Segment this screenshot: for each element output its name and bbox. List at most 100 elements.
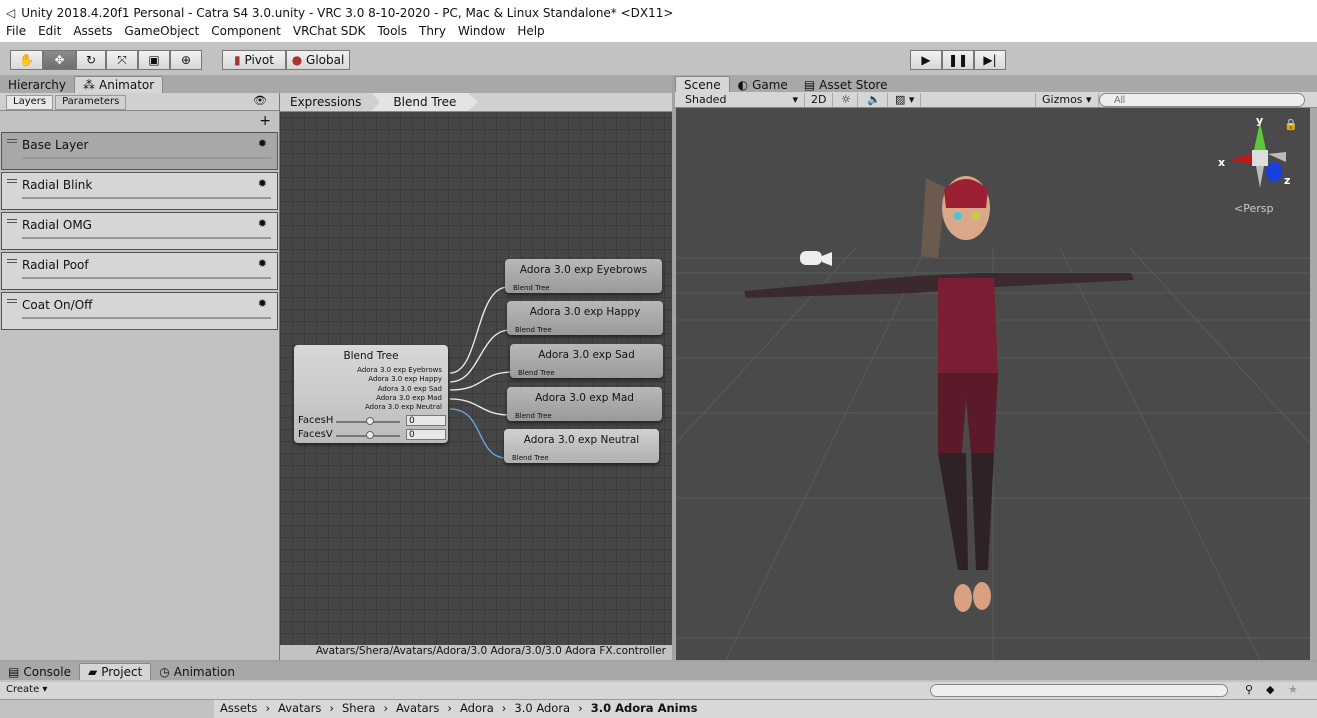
- output-port[interactable]: Adora 3.0 exp Happy: [294, 375, 448, 384]
- layer-name: Radial OMG: [22, 218, 92, 232]
- crumb-current[interactable]: 3.0 Adora Anims: [591, 701, 698, 717]
- menu-window[interactable]: Window: [458, 22, 511, 42]
- blend-tree-node[interactable]: Blend Tree Adora 3.0 exp Eyebrows Adora …: [294, 345, 448, 443]
- drag-handle-icon[interactable]: [7, 219, 17, 223]
- scale-tool-button[interactable]: ⤧: [106, 50, 138, 70]
- layer-radial-blink[interactable]: Radial Blink ✹: [1, 172, 278, 210]
- crumb[interactable]: Avatars: [278, 701, 321, 717]
- output-port[interactable]: Adora 3.0 exp Eyebrows: [294, 366, 448, 375]
- node-neutral[interactable]: Adora 3.0 exp Neutral Blend Tree: [504, 429, 659, 463]
- effects-dropdown-icon[interactable]: ▨ ▾: [889, 93, 922, 107]
- node-sad[interactable]: Adora 3.0 exp Sad Blend Tree: [510, 344, 663, 378]
- clock-icon: ◷: [159, 664, 170, 679]
- add-layer-button[interactable]: +: [259, 113, 271, 129]
- gear-icon[interactable]: ✹: [258, 177, 267, 190]
- gear-icon[interactable]: ✹: [258, 217, 267, 230]
- param-value-field[interactable]: 0: [406, 415, 446, 426]
- pause-button[interactable]: ❚❚: [942, 50, 974, 70]
- scene-search-input[interactable]: [1099, 93, 1305, 107]
- gear-icon[interactable]: ✹: [258, 297, 267, 310]
- menu-help[interactable]: Help: [517, 22, 550, 42]
- tab-console[interactable]: ▤ Console: [0, 663, 79, 680]
- faces-v-slider[interactable]: FacesV 0: [298, 429, 446, 441]
- tab-hierarchy[interactable]: Hierarchy: [0, 76, 74, 93]
- transform-tool-button[interactable]: ⊕: [170, 50, 202, 70]
- drag-handle-icon[interactable]: [7, 299, 17, 303]
- move-tool-button[interactable]: ✥: [43, 50, 76, 70]
- output-port[interactable]: Adora 3.0 exp Sad: [294, 385, 448, 394]
- faces-h-slider[interactable]: FacesH 0: [298, 415, 446, 427]
- tab-asset-store[interactable]: ▤ Asset Store: [796, 76, 896, 93]
- 2d-toggle[interactable]: 2D: [805, 93, 834, 107]
- crumb[interactable]: 3.0 Adora: [514, 701, 570, 717]
- scene-viewport[interactable]: y x z <Persp 🔒: [676, 108, 1310, 660]
- lock-icon[interactable]: 🔒: [1284, 118, 1298, 131]
- gear-icon[interactable]: ✹: [258, 137, 267, 150]
- output-port[interactable]: Adora 3.0 exp Mad: [294, 394, 448, 403]
- layer-coat[interactable]: Coat On/Off ✹: [1, 292, 278, 330]
- param-value-field[interactable]: 0: [406, 429, 446, 440]
- tab-scene[interactable]: Scene: [675, 76, 730, 93]
- crumb[interactable]: Adora: [460, 701, 494, 717]
- layer-radial-omg[interactable]: Radial OMG ✹: [1, 212, 278, 250]
- gizmos-dropdown[interactable]: Gizmos ▾: [1035, 93, 1099, 107]
- pivot-button[interactable]: ▮ Pivot: [222, 50, 286, 70]
- node-input[interactable]: Blend Tree: [513, 284, 550, 292]
- crumb[interactable]: Assets: [220, 701, 257, 717]
- tab-animator[interactable]: ⁂ Animator: [74, 76, 164, 93]
- hand-tool-button[interactable]: ✋: [10, 50, 43, 70]
- play-button[interactable]: ▶: [910, 50, 942, 70]
- rotate-tool-button[interactable]: ↻: [76, 50, 106, 70]
- gear-icon[interactable]: ✹: [258, 257, 267, 270]
- menu-vrchat-sdk[interactable]: VRChat SDK: [293, 22, 372, 42]
- drag-handle-icon[interactable]: [7, 139, 17, 143]
- project-toolbar: Create ▾ ⚲ ◆ ★: [0, 682, 1317, 700]
- step-button[interactable]: ▶|: [974, 50, 1006, 70]
- favorite-star-icon[interactable]: ★: [1288, 683, 1298, 696]
- slider-thumb[interactable]: [366, 417, 374, 425]
- orientation-gizmo[interactable]: y x z <Persp: [1216, 114, 1306, 218]
- slider-thumb[interactable]: [366, 431, 374, 439]
- node-eyebrows[interactable]: Adora 3.0 exp Eyebrows Blend Tree: [505, 259, 662, 293]
- menu-edit[interactable]: Edit: [38, 22, 67, 42]
- tab-animation[interactable]: ◷ Animation: [151, 663, 243, 680]
- filter-type-icon[interactable]: ⚲: [1245, 683, 1253, 696]
- output-port[interactable]: Adora 3.0 exp Neutral: [294, 403, 448, 412]
- layer-name: Radial Poof: [22, 258, 89, 272]
- menu-component[interactable]: Component: [211, 22, 287, 42]
- shading-dropdown[interactable]: Shaded ▾: [679, 93, 805, 107]
- create-dropdown[interactable]: Create ▾: [6, 684, 47, 695]
- eye-icon[interactable]: 👁: [253, 94, 267, 107]
- tab-layers[interactable]: Layers: [6, 95, 54, 110]
- menu-thry[interactable]: Thry: [419, 22, 452, 42]
- layer-base[interactable]: Base Layer ✹: [1, 132, 278, 170]
- global-button[interactable]: ● Global: [286, 50, 350, 70]
- layer-radial-poof[interactable]: Radial Poof ✹: [1, 252, 278, 290]
- drag-handle-icon[interactable]: [7, 179, 17, 183]
- audio-toggle-icon[interactable]: 🔈: [861, 93, 888, 107]
- tab-game[interactable]: ◐ Game: [730, 76, 796, 93]
- node-input[interactable]: Blend Tree: [515, 326, 552, 334]
- menu-gameobject[interactable]: GameObject: [124, 22, 205, 42]
- tab-project[interactable]: ▰ Project: [78, 663, 152, 680]
- crumb[interactable]: Shera: [342, 701, 375, 717]
- node-happy[interactable]: Adora 3.0 exp Happy Blend Tree: [507, 301, 663, 335]
- node-mad[interactable]: Adora 3.0 exp Mad Blend Tree: [507, 387, 662, 421]
- scene-render: [676, 176, 1310, 660]
- crumb[interactable]: Avatars: [396, 701, 439, 717]
- drag-handle-icon[interactable]: [7, 259, 17, 263]
- menu-file[interactable]: File: [6, 22, 32, 42]
- node-input[interactable]: Blend Tree: [518, 369, 555, 377]
- node-input[interactable]: Blend Tree: [512, 454, 549, 462]
- project-search-input[interactable]: [930, 684, 1228, 697]
- projection-toggle[interactable]: <Persp: [1234, 202, 1273, 215]
- filter-label-icon[interactable]: ◆: [1266, 683, 1274, 696]
- console-icon: ▤: [8, 664, 20, 679]
- menu-tools[interactable]: Tools: [377, 22, 413, 42]
- tab-parameters[interactable]: Parameters: [55, 95, 127, 110]
- store-icon: ▤: [803, 77, 816, 92]
- rect-tool-button[interactable]: ▣: [138, 50, 170, 70]
- lighting-toggle-icon[interactable]: ☼: [835, 93, 858, 107]
- node-input[interactable]: Blend Tree: [515, 412, 552, 420]
- menu-assets[interactable]: Assets: [73, 22, 118, 42]
